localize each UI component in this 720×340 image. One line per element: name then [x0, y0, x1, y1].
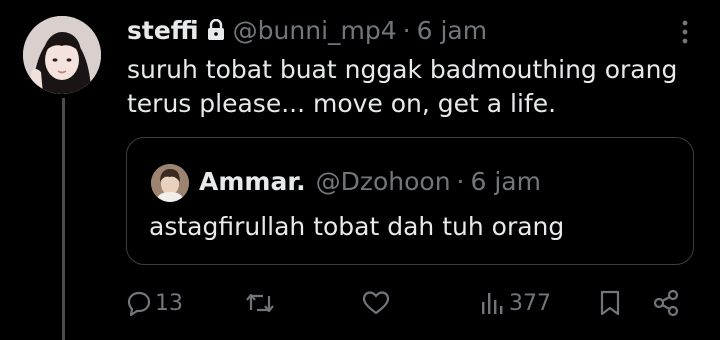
share-button[interactable] — [652, 286, 680, 320]
tweet-header: steffi @bunni_mp4 · 6 jam — [127, 14, 487, 46]
quote-timestamp[interactable]: 6 jam — [471, 167, 541, 196]
views-count: 377 — [509, 290, 551, 316]
quote-separator-dot: · — [456, 166, 465, 196]
timestamp[interactable]: 6 jam — [417, 16, 487, 45]
repost-icon — [244, 290, 276, 316]
quoted-tweet[interactable]: Ammar. @Dzohoon · 6 jam astagfirullah to… — [126, 137, 694, 265]
quote-display-name[interactable]: Ammar. — [199, 167, 306, 196]
repost-button[interactable] — [244, 286, 276, 320]
bookmark-button[interactable] — [598, 286, 622, 320]
tweet-text: suruh tobat buat nggak badmouthing orang… — [127, 53, 687, 121]
heart-icon — [362, 290, 390, 316]
more-icon[interactable] — [675, 18, 695, 46]
like-button[interactable] — [362, 286, 390, 320]
avatar-image — [23, 16, 101, 94]
reply-button[interactable]: 13 — [126, 286, 183, 320]
views-icon — [480, 290, 506, 316]
action-bar: 13 377 — [0, 286, 720, 320]
tweet-text-line: terus please... move on, get a life. — [127, 89, 557, 118]
views-button[interactable]: 377 — [480, 286, 551, 320]
share-icon — [652, 289, 680, 317]
quote-avatar[interactable] — [151, 164, 189, 202]
quote-handle[interactable]: @Dzohoon — [316, 167, 451, 196]
handle[interactable]: @bunni_mp4 — [233, 16, 397, 45]
bookmark-icon — [598, 289, 622, 317]
avatar[interactable] — [23, 16, 101, 94]
tweet-text-line: suruh tobat buat nggak badmouthing orang — [127, 55, 678, 84]
quote-header: Ammar. @Dzohoon · 6 jam — [199, 164, 541, 198]
reply-count: 13 — [155, 290, 183, 316]
display-name[interactable]: steffi — [127, 16, 199, 45]
lock-icon — [207, 19, 225, 41]
separator-dot: · — [402, 15, 411, 45]
quote-avatar-image — [151, 164, 189, 202]
quote-text: astagfirullah tobat dah tuh orang — [149, 212, 565, 241]
reply-icon — [126, 290, 152, 316]
